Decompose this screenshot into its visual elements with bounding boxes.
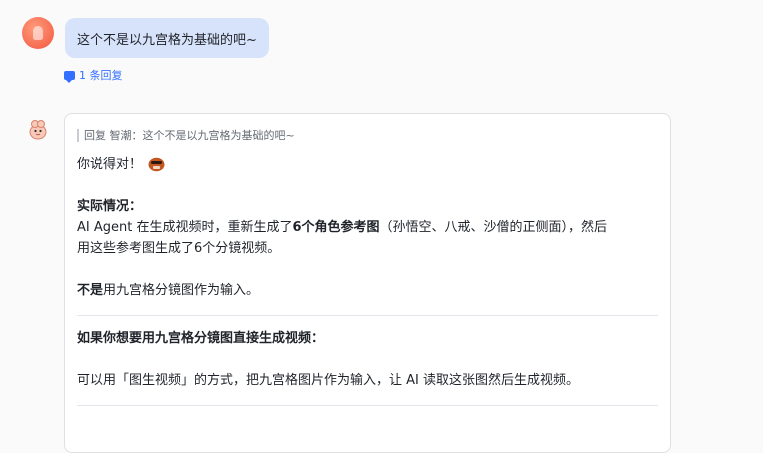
quoted-message[interactable]: 回复 智潮：这个不是以九宫格为基础的吧~ [77,129,658,142]
mascot-icon[interactable] [26,117,50,141]
reply-line-1-text: 你说得对！ [77,157,143,172]
section-title-grid: 如果你想要用九宫格分镜图直接生成视频： [77,331,325,346]
user-message-bubble: 这个不是以九宫格为基础的吧~ [65,18,269,58]
reply-count-label: 1 条回复 [79,69,123,82]
reply-paragraph: AI Agent 在生成视频时，重新生成了6个角色参考图（孙悟空、八戒、沙僧的正… [77,217,658,238]
divider [77,315,658,316]
suggestion-text: 可以用「图生视频」的方式，把九宫格图片作为输入，让 AI 读取这张图然后生成视频… [77,373,579,388]
user-avatar-figure [33,26,43,40]
user-avatar[interactable] [22,17,54,49]
reply-count-link[interactable]: 1 条回复 [64,67,123,83]
reply-line-1: 你说得对！ [77,154,658,175]
bot-reply-card: 回复 智潮：这个不是以九宫格为基础的吧~ 你说得对！ 实际情况： AI Agen… [64,113,671,453]
divider [77,405,658,406]
quoted-message-text: 回复 智潮：这个不是以九宫格为基础的吧~ [84,129,295,142]
not-statement: 不是用九宫格分镜图作为输入。 [77,280,658,301]
not-rest: 用九宫格分镜图作为输入。 [103,283,260,298]
embarrassed-emoji-icon [148,157,165,172]
paragraph-bold: 6个角色参考图 [292,220,380,235]
chat-bubble-icon [64,70,75,83]
reply-paragraph-line-2: 用这些参考图生成了6个分镜视频。 [77,241,281,256]
paragraph-prefix: AI Agent 在生成视频时，重新生成了 [77,220,293,235]
not-bold: 不是 [77,283,104,298]
paragraph-suffix: （孙悟空、八戒、沙僧的正侧面），然后 [379,220,608,235]
user-message-text: 这个不是以九宫格为基础的吧~ [77,32,257,48]
section-heading-actual: 实际情况： [77,199,143,214]
